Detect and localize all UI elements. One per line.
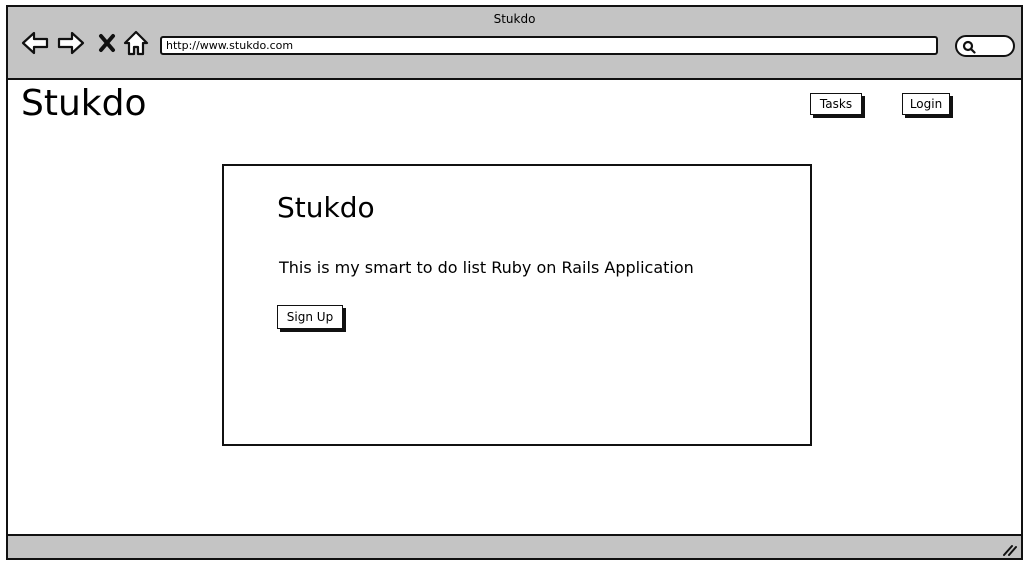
home-icon[interactable]	[122, 29, 150, 57]
hero-title: Stukdo	[277, 191, 375, 224]
search-icon	[962, 40, 976, 54]
search-field[interactable]	[955, 35, 1015, 57]
close-icon[interactable]	[97, 29, 117, 57]
login-button[interactable]: Login	[902, 93, 950, 115]
window-title: Stukdo	[493, 12, 536, 26]
hero-description: This is my smart to do list Ruby on Rail…	[279, 258, 694, 277]
status-bar	[8, 534, 1021, 558]
site-logo[interactable]: Stukdo	[21, 82, 147, 126]
browser-toolbar: Stukdo	[8, 7, 1021, 80]
resize-grip-icon[interactable]	[1001, 542, 1017, 556]
tasks-button[interactable]: Tasks	[810, 93, 862, 115]
address-bar[interactable]	[160, 36, 938, 55]
signup-button[interactable]: Sign Up	[277, 305, 343, 329]
back-arrow-icon[interactable]	[20, 29, 50, 57]
hero-panel: Stukdo This is my smart to do list Ruby …	[222, 164, 812, 446]
forward-arrow-icon[interactable]	[56, 29, 86, 57]
browser-window: Stukdo Stukdo Tasks Login Stukdo This is…	[6, 5, 1023, 560]
